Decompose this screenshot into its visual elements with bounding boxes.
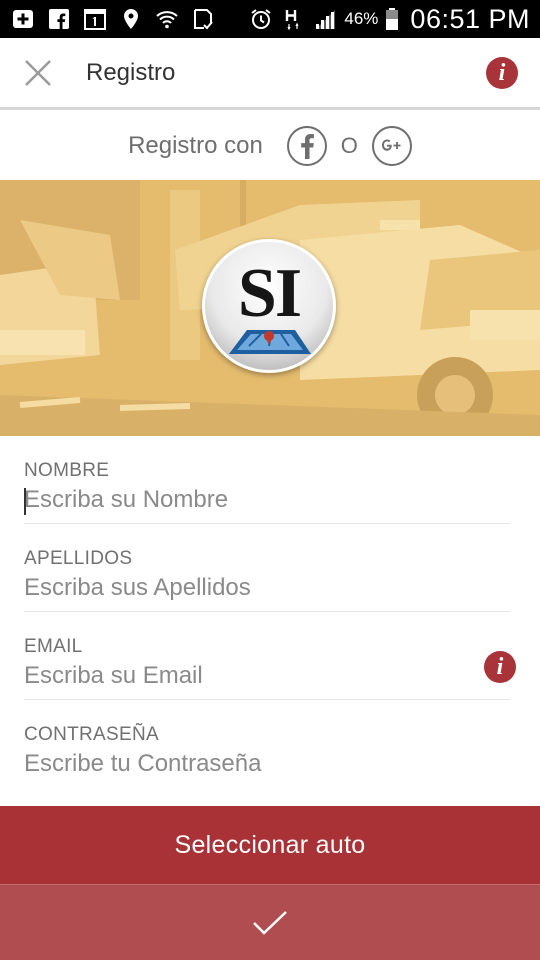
email-field: EMAIL i bbox=[24, 612, 516, 700]
alarm-icon bbox=[248, 7, 274, 31]
info-button[interactable]: i bbox=[486, 56, 518, 89]
password-input[interactable] bbox=[24, 746, 464, 782]
wifi-icon bbox=[154, 7, 180, 31]
status-bar: 46% 06:51 PM bbox=[0, 0, 540, 38]
h-signal-icon bbox=[280, 7, 306, 31]
check-icon bbox=[253, 910, 287, 935]
battery-percent: 46% bbox=[344, 9, 379, 28]
info-icon: i bbox=[496, 654, 504, 680]
battery-icon bbox=[384, 7, 400, 31]
select-car-button[interactable]: Seleccionar auto bbox=[0, 806, 540, 884]
text-cursor bbox=[24, 488, 26, 515]
email-label: EMAIL bbox=[24, 636, 83, 657]
facebook-login-button[interactable] bbox=[286, 126, 327, 166]
social-login-row: Registro con O bbox=[0, 113, 540, 179]
facebook-icon bbox=[46, 7, 72, 31]
surname-input[interactable] bbox=[24, 570, 464, 606]
location-icon bbox=[118, 7, 144, 31]
email-info-button[interactable]: i bbox=[484, 651, 516, 683]
close-icon bbox=[25, 59, 51, 86]
banner-image: SI bbox=[0, 180, 540, 436]
surname-field: APELLIDOS bbox=[24, 524, 510, 612]
confirm-button[interactable] bbox=[0, 884, 540, 960]
map-pin-logo-icon bbox=[229, 330, 311, 354]
google-plus-icon bbox=[381, 139, 401, 151]
app-bar: Registro i bbox=[0, 38, 540, 110]
name-input[interactable] bbox=[24, 482, 464, 518]
facebook-f-icon bbox=[300, 134, 314, 159]
name-label: NOMBRE bbox=[24, 460, 110, 481]
google-plus-login-button[interactable] bbox=[371, 126, 412, 166]
name-field: NOMBRE bbox=[24, 436, 510, 524]
social-separator: O bbox=[340, 133, 358, 158]
surname-label: APELLIDOS bbox=[24, 548, 133, 569]
app-logo: SI bbox=[202, 239, 336, 373]
close-button[interactable] bbox=[8, 37, 68, 109]
password-label: CONTRASEÑA bbox=[24, 724, 159, 745]
registration-form: NOMBRE APELLIDOS EMAIL i CONTRASEÑA bbox=[0, 436, 540, 806]
signal-icon bbox=[312, 7, 338, 31]
download-check-icon bbox=[190, 7, 216, 31]
page-title: Registro bbox=[86, 58, 176, 86]
status-right: 46% 06:51 PM bbox=[248, 4, 530, 35]
info-icon: i bbox=[498, 59, 506, 86]
registration-screen: 46% 06:51 PM Registro i Registro con O S… bbox=[0, 0, 540, 960]
status-left bbox=[10, 7, 216, 31]
calendar-icon bbox=[82, 7, 108, 31]
social-login-label: Registro con bbox=[128, 132, 263, 159]
clock: 06:51 PM bbox=[410, 3, 530, 34]
add-box-icon bbox=[10, 7, 36, 31]
email-input[interactable] bbox=[24, 658, 464, 694]
password-field: CONTRASEÑA bbox=[24, 700, 510, 788]
